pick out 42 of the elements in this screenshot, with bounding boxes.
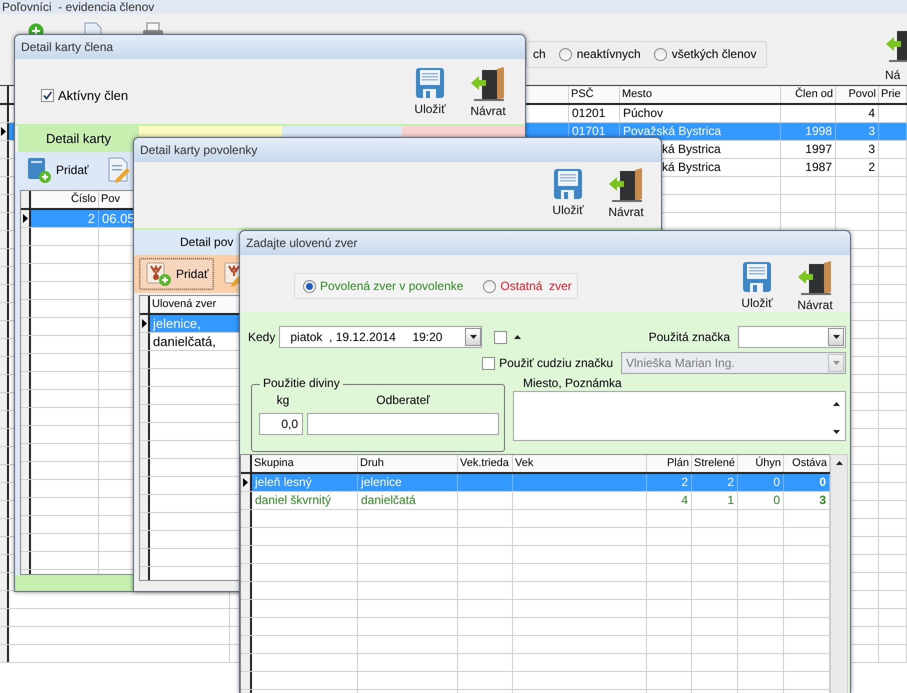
group-title: Použitie diviny bbox=[260, 376, 343, 391]
column-header: Skupina bbox=[252, 455, 358, 472]
table-cell: 1997 bbox=[781, 141, 836, 158]
column-header: Plán bbox=[647, 455, 692, 472]
window-title: Detail karty povolenky bbox=[134, 138, 661, 162]
column-header: Úhyn bbox=[738, 455, 784, 472]
table-cell: 2 bbox=[692, 474, 738, 492]
column-header: Mesto bbox=[620, 86, 781, 103]
column-header: Strelené bbox=[692, 455, 738, 472]
table-cell: 2 bbox=[836, 159, 879, 176]
table-cell: Púchov bbox=[620, 105, 781, 122]
window-title: Zadajte ulovenú zver bbox=[240, 231, 850, 255]
table-cell: 1 bbox=[692, 492, 738, 510]
column-header: Vek.trieda bbox=[458, 455, 513, 472]
table-cell: daniel škvrnitý bbox=[252, 492, 358, 510]
table-cell: 3 bbox=[836, 123, 879, 140]
table-cell: 01201 bbox=[569, 105, 620, 122]
table-cell: 0 bbox=[738, 492, 784, 510]
table-cell: 4 bbox=[836, 105, 879, 122]
column-header: Vek bbox=[513, 455, 647, 472]
column-header: Číslo bbox=[31, 191, 99, 208]
table-cell: 0 bbox=[738, 474, 784, 492]
table-cell: 1987 bbox=[781, 159, 836, 176]
table-cell: 3 bbox=[836, 141, 879, 158]
table-cell: 4 bbox=[647, 492, 692, 510]
window-title: Detail karty člena bbox=[15, 35, 525, 59]
table-cell: 2 bbox=[647, 474, 692, 492]
column-header: Člen od bbox=[781, 86, 836, 103]
table-cell: jelenice bbox=[358, 474, 458, 492]
field-label: Odberateľ bbox=[375, 393, 431, 408]
column-header: Druh bbox=[358, 455, 458, 472]
field-label: kg bbox=[276, 393, 290, 408]
table-cell: 1998 bbox=[781, 123, 836, 140]
column-header: Prie bbox=[879, 86, 907, 103]
column-header: PSČ bbox=[569, 86, 620, 103]
table-cell: 2 bbox=[31, 210, 99, 228]
field-label: Miesto, Poznámka bbox=[522, 376, 623, 391]
table-cell: jeleň lesný bbox=[252, 474, 358, 492]
table-cell: danielčatá bbox=[358, 492, 458, 510]
field-label: Použitá značka bbox=[648, 330, 730, 345]
window-title: Poľovníci - evidencia členov bbox=[0, 0, 907, 14]
column-header: Povol bbox=[836, 86, 879, 103]
